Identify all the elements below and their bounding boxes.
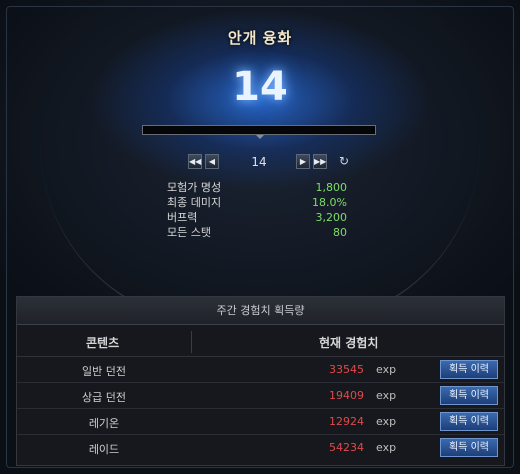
weekly-exp-panel: 주간 경험치 획득량 콘텐츠 현재 경험치 일반 던전 33545 exp 획득… xyxy=(16,296,505,466)
stat-row-final-damage: 최종 데미지 18.0% xyxy=(167,195,347,210)
table-header: 콘텐츠 현재 경험치 xyxy=(17,325,504,357)
stat-value: 18.0% xyxy=(312,196,347,209)
history-button[interactable]: 획득 이력 xyxy=(440,438,498,457)
content-name: 상급 던전 xyxy=(82,391,126,404)
table-row: 상급 던전 19409 exp 획득 이력 xyxy=(17,383,504,409)
panel-title: 주간 경험치 획득량 xyxy=(17,297,504,325)
nav-level-value: 14 xyxy=(251,155,267,169)
stat-value: 3,200 xyxy=(315,211,348,224)
history-button[interactable]: 획득 이력 xyxy=(440,412,498,431)
progress-bar xyxy=(142,125,376,135)
exp-unit: exp xyxy=(376,363,397,376)
column-header-content: 콘텐츠 xyxy=(86,336,120,350)
stat-name: 최종 데미지 xyxy=(167,196,222,209)
double-right-arrow-icon: ▶▶ xyxy=(314,157,327,166)
exp-value: 54234 xyxy=(329,441,364,454)
left-arrow-icon: ◀ xyxy=(208,157,216,166)
level-display: 14 xyxy=(232,64,288,110)
history-button[interactable]: 획득 이력 xyxy=(440,360,498,379)
stat-row-all-stats: 모든 스탯 80 xyxy=(167,225,347,240)
prev-level-button[interactable]: ◀ xyxy=(205,154,219,169)
stat-name: 모험가 명성 xyxy=(167,181,222,194)
stat-name: 버프력 xyxy=(167,211,198,224)
exp-value: 12924 xyxy=(329,415,364,428)
first-level-button[interactable]: ◀◀ xyxy=(188,154,202,169)
table-row: 일반 던전 33545 exp 획득 이력 xyxy=(17,357,504,383)
stat-value: 80 xyxy=(333,226,347,239)
stat-value: 1,800 xyxy=(315,181,348,194)
table-row: 레이드 54234 exp 획득 이력 xyxy=(17,435,504,461)
history-button[interactable]: 획득 이력 xyxy=(440,386,498,405)
exp-unit: exp xyxy=(376,389,397,402)
stat-row-reputation: 모험가 명성 1,800 xyxy=(167,180,347,195)
stat-row-buff-power: 버프력 3,200 xyxy=(167,210,347,225)
content-name: 레기온 xyxy=(88,417,120,430)
stats-list: 모험가 명성 1,800 최종 데미지 18.0% 버프력 3,200 모든 스… xyxy=(167,180,347,240)
exp-value: 33545 xyxy=(329,363,364,376)
column-header-exp: 현재 경험치 xyxy=(319,336,379,350)
page-title: 안개 융화 xyxy=(227,30,293,47)
progress-pointer-icon xyxy=(256,135,264,139)
last-level-button[interactable]: ▶▶ xyxy=(313,154,327,169)
table-row: 레기온 12924 exp 획득 이력 xyxy=(17,409,504,435)
content-name: 레이드 xyxy=(88,443,120,456)
next-level-button[interactable]: ▶ xyxy=(296,154,310,169)
right-arrow-icon: ▶ xyxy=(299,157,307,166)
column-divider xyxy=(191,331,192,353)
exp-unit: exp xyxy=(376,441,397,454)
exp-unit: exp xyxy=(376,415,397,428)
stat-name: 모든 스탯 xyxy=(167,226,211,239)
exp-value: 19409 xyxy=(329,389,364,402)
double-left-arrow-icon: ◀◀ xyxy=(189,157,202,166)
reset-icon[interactable]: ↻ xyxy=(337,154,351,169)
content-name: 일반 던전 xyxy=(82,365,126,378)
